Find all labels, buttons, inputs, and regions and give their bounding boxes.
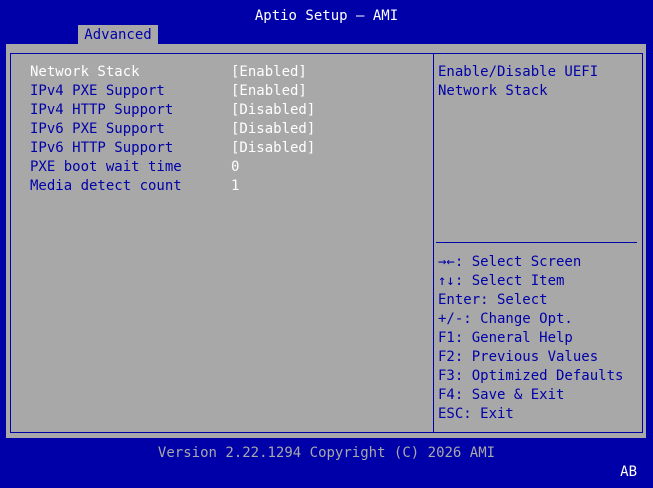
setting-label: IPv6 HTTP Support: [30, 140, 174, 156]
setting-label: PXE boot wait time: [30, 159, 182, 175]
tab-advanced[interactable]: Advanced: [78, 25, 158, 44]
key-hint-select-item: ↑↓: Select Item: [438, 273, 565, 289]
main-panel: Network Stack [Enabled] IPv4 PXE Support…: [6, 44, 646, 438]
setting-network-stack[interactable]: Network Stack [Enabled]: [30, 63, 307, 82]
key-hint-previous-values: F2: Previous Values: [438, 349, 599, 365]
app-title: Aptio Setup – AMI: [254, 8, 399, 24]
help-text-line-1: Enable/Disable UEFI: [438, 64, 599, 80]
help-divider: [436, 242, 637, 243]
version-footer: Version 2.22.1294 Copyright (C) 2026 AMI: [157, 445, 496, 461]
setting-ipv4-pxe-support[interactable]: IPv4 PXE Support [Enabled]: [30, 82, 307, 101]
setting-value[interactable]: 1: [231, 177, 239, 196]
setting-media-detect-count[interactable]: Media detect count 1: [30, 177, 239, 196]
key-hint-enter: Enter: Select: [438, 292, 548, 308]
setting-ipv6-pxe-support[interactable]: IPv6 PXE Support [Disabled]: [30, 120, 315, 139]
setting-ipv4-http-support[interactable]: IPv4 HTTP Support [Disabled]: [30, 101, 315, 120]
bios-screen: Aptio Setup – AMI Advanced Network Stack…: [0, 0, 653, 488]
setting-pxe-boot-wait-time[interactable]: PXE boot wait time 0: [30, 158, 239, 177]
setting-label: IPv4 HTTP Support: [30, 102, 174, 118]
setting-value[interactable]: 0: [231, 158, 239, 177]
setting-label: IPv6 PXE Support: [30, 121, 165, 137]
setting-label: IPv4 PXE Support: [30, 83, 165, 99]
setting-label: Network Stack: [30, 64, 140, 80]
setting-value[interactable]: [Disabled]: [231, 139, 315, 158]
mode-indicator: AB: [620, 464, 637, 480]
key-hint-save-exit: F4: Save & Exit: [438, 387, 565, 403]
key-hint-esc-exit: ESC: Exit: [438, 406, 514, 422]
setting-value[interactable]: [Disabled]: [231, 120, 315, 139]
setting-value[interactable]: [Disabled]: [231, 101, 315, 120]
setting-value[interactable]: [Enabled]: [231, 82, 307, 101]
key-hint-select-screen: →←: Select Screen: [438, 254, 582, 270]
key-hint-optimized-defaults: F3: Optimized Defaults: [438, 368, 624, 384]
setting-ipv6-http-support[interactable]: IPv6 HTTP Support [Disabled]: [30, 139, 315, 158]
setting-value[interactable]: [Enabled]: [231, 63, 307, 82]
help-text-line-2: Network Stack: [438, 83, 548, 99]
setting-label: Media detect count: [30, 178, 182, 194]
key-hint-general-help: F1: General Help: [438, 330, 573, 346]
key-hint-change-opt: +/-: Change Opt.: [438, 311, 573, 327]
